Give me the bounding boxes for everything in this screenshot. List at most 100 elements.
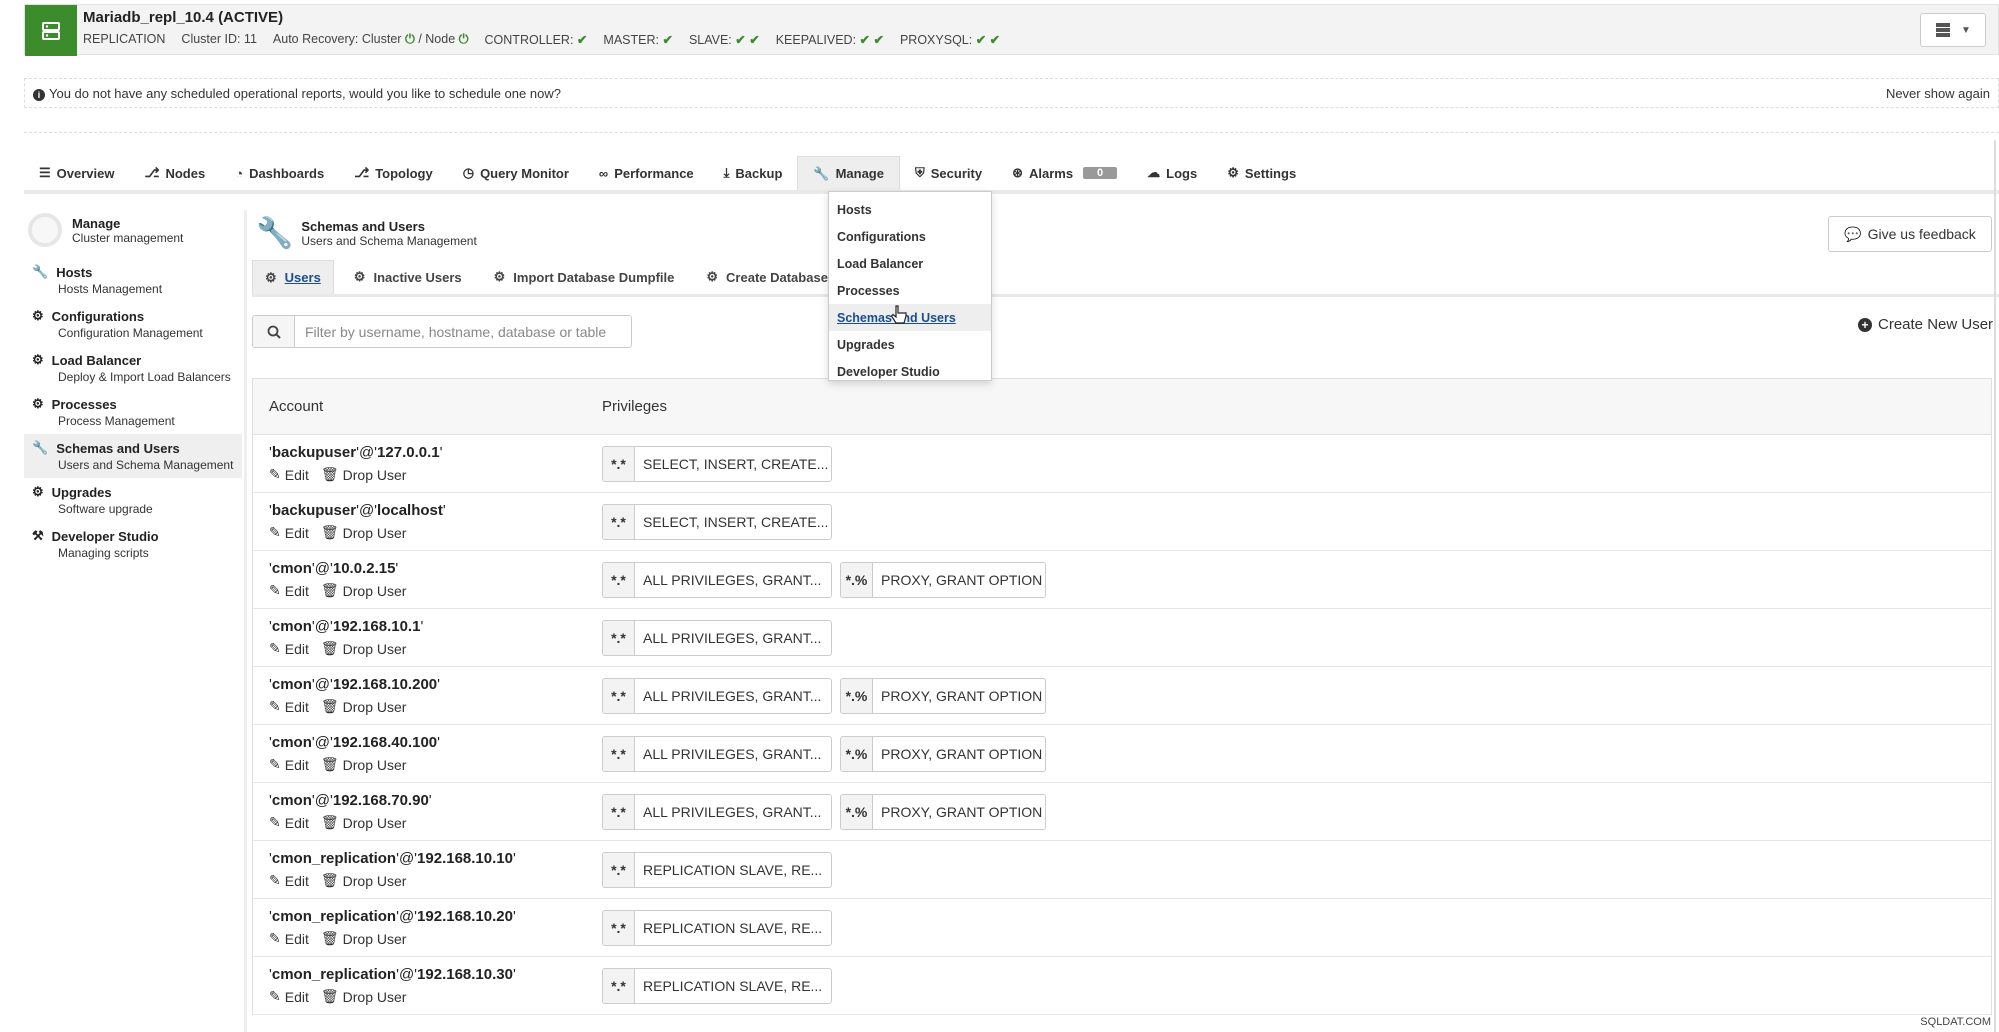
privilege-badge[interactable]: *.% PROXY, GRANT OPTION: [840, 561, 1046, 598]
privilege-badge[interactable]: *.% PROXY, GRANT OPTION: [840, 677, 1046, 714]
sidebar-item-processes[interactable]: ⚙ Processes Process Management: [24, 390, 242, 434]
edit-user-button[interactable]: ✎ Edit: [269, 582, 309, 599]
subtab-create-database[interactable]: ⚙ Create Database: [694, 260, 840, 294]
account-name: 'cmon_replication'@'192.168.10.10': [269, 850, 516, 867]
cluster-title[interactable]: Mariadb_repl_10.4 (ACTIVE): [83, 9, 283, 26]
create-user-button[interactable]: + Create New User: [1858, 316, 1993, 333]
subtab-import-dumpfile[interactable]: ⚙ Import Database Dumpfile: [482, 260, 687, 294]
privilege-badge[interactable]: *.* ALL PRIVILEGES, GRANT...: [602, 677, 832, 714]
pencil-icon: ✎: [269, 698, 281, 714]
tab-dashboards[interactable]: ◔ Dashboards: [220, 156, 339, 190]
privileges-cell: *.* ALL PRIVILEGES, GRANT... *.% PROXY, …: [602, 735, 1046, 772]
privilege-scope: *.*: [603, 678, 635, 713]
menu-item-processes[interactable]: Processes: [829, 277, 991, 304]
drop-user-button[interactable]: 🗑 Drop User: [321, 524, 407, 541]
watermark: SQLDAT.COM: [1920, 1016, 1991, 1028]
privilege-badge[interactable]: *.* SELECT, INSERT, CREATE...: [602, 503, 832, 540]
edit-user-button[interactable]: ✎ Edit: [269, 988, 309, 1005]
privilege-badge[interactable]: *.* SELECT, INSERT, CREATE...: [602, 445, 832, 482]
cluster-id: Cluster ID: 11: [181, 32, 257, 46]
tab-nodes[interactable]: ⎇ Nodes: [129, 156, 220, 190]
menu-item-upgrades[interactable]: Upgrades: [829, 331, 991, 358]
tab-logs[interactable]: ☁ Logs: [1132, 156, 1212, 190]
tab-query-monitor[interactable]: ◷ Query Monitor: [448, 156, 584, 190]
cluster-header: Mariadb_repl_10.4 (ACTIVE) REPLICATION C…: [24, 4, 1999, 56]
column-privileges: Privileges: [602, 398, 668, 415]
auto-recovery-node: / Node: [418, 32, 456, 46]
gauge-icon: [28, 213, 62, 247]
table-row: 'cmon'@'192.168.70.90' ✎ Edit 🗑 Drop User …: [253, 783, 1991, 841]
account-actions: ✎ Edit 🗑 Drop User: [269, 698, 602, 715]
drop-user-button[interactable]: 🗑 Drop User: [321, 466, 407, 483]
edit-user-button[interactable]: ✎ Edit: [269, 756, 309, 773]
privilege-badge[interactable]: *.* REPLICATION SLAVE, RE...: [602, 851, 832, 888]
account-cell: 'cmon_replication'@'192.168.10.20' ✎ Edit…: [253, 908, 602, 947]
sidebar-item-upgrades[interactable]: ⚙ Upgrades Software upgrade: [24, 478, 242, 522]
never-show-link[interactable]: Never show again: [1886, 86, 1990, 101]
account-cell: 'cmon'@'192.168.40.100' ✎ Edit 🗑 Drop User: [253, 734, 602, 773]
drop-user-button[interactable]: 🗑 Drop User: [321, 988, 407, 1005]
scrollbar[interactable]: [1994, 140, 1996, 1032]
subtab-users[interactable]: ⚙ Users: [252, 260, 334, 294]
menu-item-developer-studio[interactable]: Developer Studio: [829, 358, 991, 385]
feedback-button[interactable]: 💬 Give us feedback: [1828, 216, 1992, 252]
edit-user-button[interactable]: ✎ Edit: [269, 872, 309, 889]
privilege-badge[interactable]: *.* REPLICATION SLAVE, RE...: [602, 967, 832, 1004]
menu-item-hosts[interactable]: Hosts: [829, 196, 991, 223]
tab-topology[interactable]: ⎇ Topology: [339, 156, 448, 190]
search-button[interactable]: [253, 316, 295, 347]
tab-settings[interactable]: ⚙ Settings: [1212, 156, 1311, 190]
power-icon: ⏻: [458, 32, 469, 46]
drop-user-button[interactable]: 🗑 Drop User: [321, 756, 407, 773]
table-row: 'backupuser'@'127.0.0.1' ✎ Edit 🗑 Drop Use…: [253, 435, 1991, 493]
edit-user-button[interactable]: ✎ Edit: [269, 814, 309, 831]
privilege-badge[interactable]: *.* ALL PRIVILEGES, GRANT...: [602, 561, 832, 598]
privilege-badge[interactable]: *.* ALL PRIVILEGES, GRANT...: [602, 619, 832, 656]
privilege-badge[interactable]: *.* REPLICATION SLAVE, RE...: [602, 909, 832, 946]
sidebar-item-load-balancer[interactable]: ⚙ Load Balancer Deploy & Import Load Balan…: [24, 346, 242, 390]
drop-user-button[interactable]: 🗑 Drop User: [321, 640, 407, 657]
tab-overview[interactable]: ☰ Overview: [24, 156, 129, 190]
tab-security[interactable]: ⛨ Security: [900, 156, 997, 190]
privilege-grant: REPLICATION SLAVE, RE...: [643, 919, 823, 936]
privilege-grant: PROXY, GRANT OPTION: [881, 571, 1043, 588]
privilege-grant: ALL PRIVILEGES, GRANT...: [643, 745, 822, 762]
caret-down-icon: ▼: [1961, 24, 1971, 36]
gear-icon: ⚙: [706, 269, 719, 284]
subtab-inactive-users[interactable]: ⚙ Inactive Users: [342, 260, 474, 294]
edit-user-button[interactable]: ✎ Edit: [269, 930, 309, 947]
tab-manage[interactable]: 🔧 Manage: [797, 156, 900, 190]
sidebar-item-schemas-users[interactable]: 🔧 Schemas and Users Users and Schema Manag…: [24, 434, 242, 478]
tab-performance[interactable]: ∞ Performance: [584, 156, 709, 190]
privilege-badge[interactable]: *.% PROXY, GRANT OPTION: [840, 793, 1046, 830]
menu-item-schemas-users[interactable]: Schemas and Users: [829, 304, 991, 331]
tab-alarms[interactable]: ⊛ Alarms 0: [997, 156, 1132, 190]
privileges-cell: *.* SELECT, INSERT, CREATE...: [602, 445, 832, 482]
edit-user-button[interactable]: ✎ Edit: [269, 698, 309, 715]
sidebar-item-developer-studio[interactable]: ⚒ Developer Studio Managing scripts: [24, 522, 242, 566]
edit-user-button[interactable]: ✎ Edit: [269, 524, 309, 541]
column-account: Account: [269, 398, 324, 415]
privilege-badge[interactable]: *.* ALL PRIVILEGES, GRANT...: [602, 735, 832, 772]
privilege-grant: PROXY, GRANT OPTION: [881, 745, 1043, 762]
filter-input[interactable]: [295, 316, 631, 347]
drop-user-button[interactable]: 🗑 Drop User: [321, 698, 407, 715]
tab-backup[interactable]: ⤓ Backup: [709, 156, 798, 190]
sidebar-item-configurations[interactable]: ⚙ Configurations Configuration Management: [24, 302, 242, 346]
sidebar-item-hosts[interactable]: 🔧 Hosts Hosts Management: [24, 258, 242, 302]
drop-user-button[interactable]: 🗑 Drop User: [321, 872, 407, 889]
drop-user-button[interactable]: 🗑 Drop User: [321, 930, 407, 947]
check-icon: ✔: [576, 33, 588, 47]
privilege-badge[interactable]: *.% PROXY, GRANT OPTION: [840, 735, 1046, 772]
privilege-badge[interactable]: *.* ALL PRIVILEGES, GRANT...: [602, 793, 832, 830]
drop-user-button[interactable]: 🗑 Drop User: [321, 814, 407, 831]
edit-user-button[interactable]: ✎ Edit: [269, 466, 309, 483]
menu-item-load-balancer[interactable]: Load Balancer: [829, 250, 991, 277]
edit-user-button[interactable]: ✎ Edit: [269, 640, 309, 657]
drop-user-button[interactable]: 🗑 Drop User: [321, 582, 407, 599]
broadcast-icon: ⊛: [1012, 165, 1023, 180]
cluster-actions-button[interactable]: ▼: [1920, 13, 1986, 47]
check-icon: ✔: [662, 33, 673, 47]
auto-recovery[interactable]: Auto Recovery: Cluster ⏻ / Node ⏻: [273, 32, 469, 47]
menu-item-configurations[interactable]: Configurations: [829, 223, 991, 250]
